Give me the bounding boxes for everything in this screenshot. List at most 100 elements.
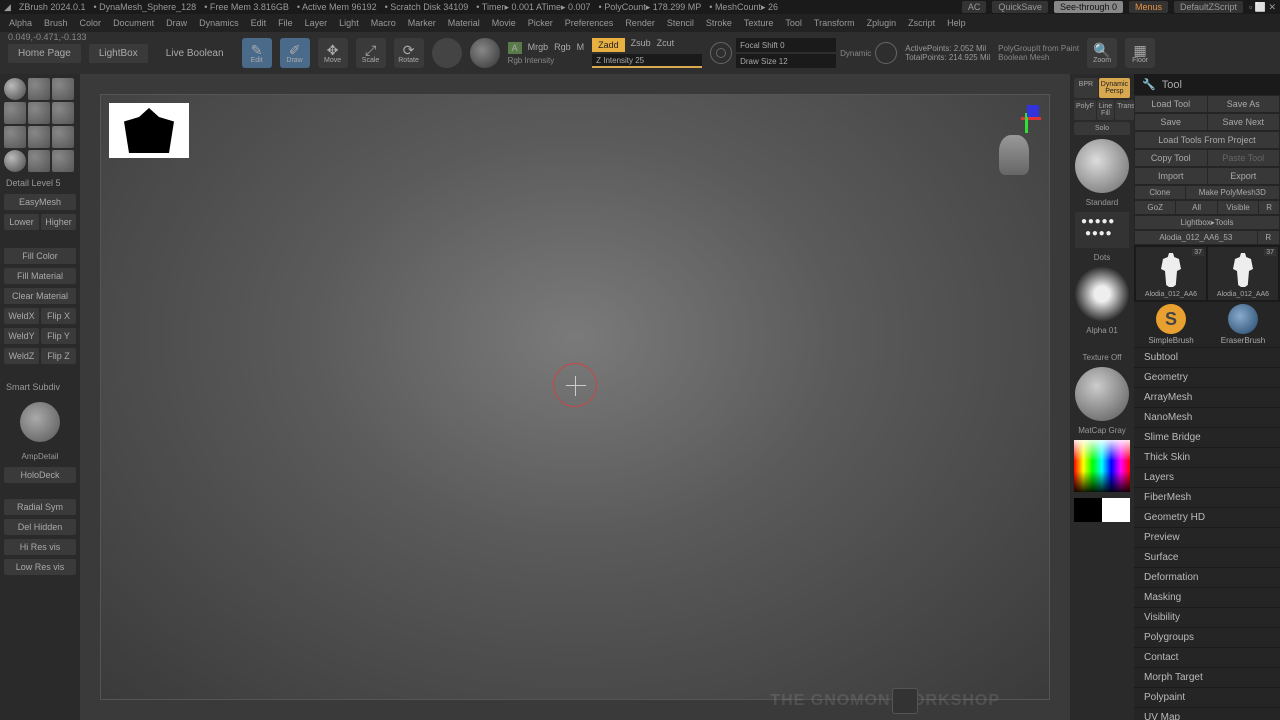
axis-gizmo[interactable] [1011, 103, 1041, 133]
tool-panel-header[interactable]: 🔧 Tool [1134, 74, 1280, 95]
lower-button[interactable]: Lower [4, 214, 39, 230]
edit-mode-button[interactable]: ✎Edit [242, 38, 272, 68]
goz-button[interactable]: GoZ [1135, 201, 1175, 214]
brush-preview[interactable] [1075, 139, 1129, 193]
prim-other[interactable] [52, 150, 74, 172]
eraserbrush-button[interactable]: EraserBrush [1208, 304, 1278, 345]
menu-alpha[interactable]: Alpha [4, 16, 37, 30]
menu-tool[interactable]: Tool [780, 16, 807, 30]
prim-cylinder[interactable] [28, 78, 50, 100]
current-tool[interactable]: Alodia_012_AA6_53 [1135, 231, 1257, 244]
smartsubdiv-button[interactable] [20, 402, 60, 442]
zoom-button[interactable]: 🔍Zoom [1087, 38, 1117, 68]
snapshot-button[interactable] [892, 688, 918, 714]
menu-transform[interactable]: Transform [809, 16, 860, 30]
panel-geometry[interactable]: Geometry [1134, 367, 1280, 387]
menu-stencil[interactable]: Stencil [662, 16, 699, 30]
menu-help[interactable]: Help [942, 16, 971, 30]
menu-render[interactable]: Render [620, 16, 660, 30]
delhidden-button[interactable]: Del Hidden [4, 519, 76, 535]
a-toggle[interactable]: A [508, 42, 522, 54]
flipy-button[interactable]: Flip Y [41, 328, 76, 344]
home-button[interactable]: Home Page [8, 44, 81, 63]
prim-wedge[interactable] [28, 150, 50, 172]
prim-torus[interactable] [4, 102, 26, 124]
panel-slime-bridge[interactable]: Slime Bridge [1134, 427, 1280, 447]
savenext-button[interactable]: Save Next [1208, 114, 1280, 130]
menu-dynamics[interactable]: Dynamics [194, 16, 244, 30]
color-white[interactable] [1102, 498, 1130, 522]
panel-masking[interactable]: Masking [1134, 587, 1280, 607]
rotate-mode-button[interactable]: ⟳Rotate [394, 38, 424, 68]
prim-box[interactable] [28, 126, 50, 148]
menu-color[interactable]: Color [75, 16, 107, 30]
flipx-button[interactable]: Flip X [41, 308, 76, 324]
r2-button[interactable]: R [1258, 231, 1279, 244]
dynamic-persp-button[interactable]: DynamicPersp [1099, 78, 1130, 98]
canvas[interactable] [100, 94, 1050, 700]
panel-preview[interactable]: Preview [1134, 527, 1280, 547]
makepoly-button[interactable]: Make PolyMesh3D [1186, 186, 1279, 199]
easymesh-button[interactable]: EasyMesh [4, 194, 76, 210]
loadtool-button[interactable]: Load Tool [1135, 96, 1207, 112]
seethrough-slider[interactable]: See-through 0 [1054, 1, 1123, 13]
bpr-button[interactable]: BPR [1074, 78, 1098, 98]
lightbox-button[interactable]: LightBox [89, 44, 148, 63]
menu-zscript[interactable]: Zscript [903, 16, 940, 30]
focal-shift-slider[interactable]: Focal Shift 0 [736, 38, 836, 52]
saveas-button[interactable]: Save As [1208, 96, 1280, 112]
simplebrush-button[interactable]: SimpleBrush [1136, 304, 1206, 345]
mrgb-button[interactable]: Mrgb [528, 42, 549, 54]
weldy-button[interactable]: WeldY [4, 328, 39, 344]
quicksave-button[interactable]: QuickSave [992, 1, 1048, 13]
holodeck-button[interactable]: HoloDeck [4, 467, 76, 483]
script-button[interactable]: DefaultZScript [1174, 1, 1243, 13]
prim-ring[interactable] [28, 102, 50, 124]
panel-arraymesh[interactable]: ArrayMesh [1134, 387, 1280, 407]
detail-level[interactable]: Detail Level 5 [4, 176, 76, 190]
panel-deformation[interactable]: Deformation [1134, 567, 1280, 587]
draw-mode-button[interactable]: ✐Draw [280, 38, 310, 68]
menu-marker[interactable]: Marker [403, 16, 441, 30]
menu-document[interactable]: Document [108, 16, 159, 30]
panel-nanomesh[interactable]: NanoMesh [1134, 407, 1280, 427]
m-button[interactable]: M [577, 42, 585, 54]
liveboolean-button[interactable]: Live Boolean [156, 44, 234, 63]
menu-layer[interactable]: Layer [300, 16, 333, 30]
viewport[interactable]: THE GNOMON WORKSHOP [80, 74, 1070, 720]
matcap-preview[interactable] [1075, 367, 1129, 421]
panel-subtool[interactable]: Subtool [1134, 347, 1280, 367]
move-mode-button[interactable]: ✥Move [318, 38, 348, 68]
menu-edit[interactable]: Edit [246, 16, 272, 30]
menu-file[interactable]: File [273, 16, 298, 30]
stroke-preview[interactable] [1075, 212, 1129, 248]
booleanmesh-button[interactable]: Boolean Mesh [998, 53, 1079, 62]
ac-button[interactable]: AC [962, 1, 987, 13]
dynamic-label[interactable]: Dynamic [840, 49, 871, 58]
menu-picker[interactable]: Picker [523, 16, 558, 30]
scale-mode-button[interactable]: ⤢Scale [356, 38, 386, 68]
loadproject-button[interactable]: Load Tools From Project [1135, 132, 1279, 148]
menu-zplugin[interactable]: Zplugin [862, 16, 902, 30]
export-button[interactable]: Export [1208, 168, 1280, 184]
prim-sphere[interactable] [4, 78, 26, 100]
higher-button[interactable]: Higher [41, 214, 76, 230]
radialsym-button[interactable]: Radial Sym [4, 499, 76, 515]
save-button[interactable]: Save [1135, 114, 1207, 130]
pastetool-button[interactable]: Paste Tool [1208, 150, 1280, 166]
z-intensity-slider[interactable]: Z Intensity 25 [592, 54, 702, 68]
panel-contact[interactable]: Contact [1134, 647, 1280, 667]
menus-button[interactable]: Menus [1129, 1, 1168, 13]
fillmaterial-button[interactable]: Fill Material [4, 268, 76, 284]
alpha-preview[interactable] [1075, 267, 1129, 321]
import-button[interactable]: Import [1135, 168, 1207, 184]
prim-plane[interactable] [52, 126, 74, 148]
prim-cube[interactable] [52, 78, 74, 100]
menu-draw[interactable]: Draw [161, 16, 192, 30]
lightbox-tools-button[interactable]: Lightbox▸Tools [1135, 216, 1279, 229]
panel-surface[interactable]: Surface [1134, 547, 1280, 567]
menu-material[interactable]: Material [443, 16, 485, 30]
solo-button[interactable]: Solo [1074, 122, 1130, 135]
menu-preferences[interactable]: Preferences [560, 16, 619, 30]
zadd-button[interactable]: Zadd [592, 38, 625, 52]
